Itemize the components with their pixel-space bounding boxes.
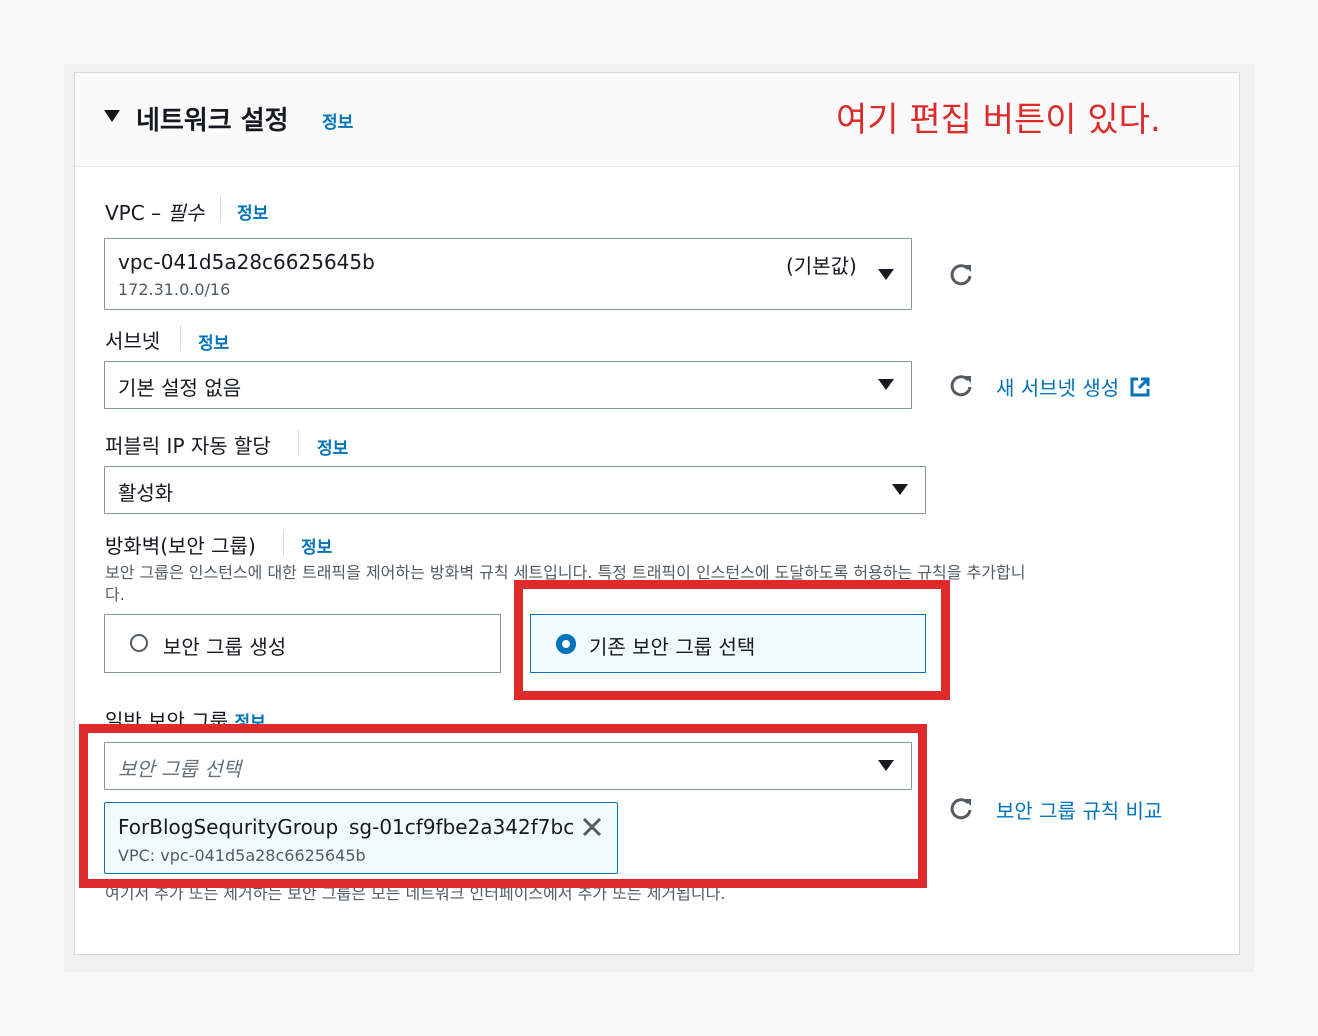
firewall-label: 방화벽(보안 그룹) [105, 534, 256, 558]
vpc-select[interactable]: vpc-041d5a28c6625645b 172.31.0.0/16 (기본값… [104, 238, 912, 310]
radio-unchecked-icon [130, 634, 148, 652]
public-ip-select[interactable]: 활성화 [104, 466, 926, 514]
chevron-down-icon [878, 269, 894, 280]
collapse-caret-icon[interactable] [104, 110, 120, 122]
chevron-down-icon [878, 379, 894, 390]
annotation-box-existing-sg [514, 580, 950, 700]
external-link-icon [1130, 377, 1150, 397]
subnet-select[interactable]: 기본 설정 없음 [104, 361, 912, 409]
chevron-down-icon [892, 484, 908, 495]
vpc-required: 필수 [167, 201, 205, 225]
vpc-info-link[interactable]: 정보 [237, 199, 268, 224]
public-ip-info-link[interactable]: 정보 [317, 434, 348, 459]
annotation-box-security-group [79, 724, 927, 888]
compare-sg-rules-link[interactable]: 보안 그룹 규칙 비교 [996, 795, 1162, 824]
vpc-label: VPC – 필수 [105, 201, 205, 225]
subnet-info-link[interactable]: 정보 [198, 329, 229, 354]
radio-create-sg[interactable]: 보안 그룹 생성 [104, 614, 501, 673]
radio-create-label: 보안 그룹 생성 [163, 635, 287, 659]
refresh-icon[interactable] [947, 795, 975, 823]
vpc-cidr: 172.31.0.0/16 [118, 280, 231, 299]
public-ip-label: 퍼블릭 IP 자동 할당 [105, 434, 271, 458]
subnet-label: 서브넷 [105, 329, 161, 353]
public-ip-value: 활성화 [118, 481, 174, 505]
vpc-value: vpc-041d5a28c6625645b [118, 250, 375, 274]
vpc-default-tag: (기본값) [786, 254, 857, 278]
annotation-text: 여기 편집 버튼이 있다. [836, 100, 1161, 140]
panel-title: 네트워크 설정 [136, 106, 289, 136]
refresh-icon[interactable] [947, 372, 975, 400]
refresh-icon[interactable] [947, 261, 975, 289]
firewall-info-link[interactable]: 정보 [301, 533, 332, 558]
subnet-value: 기본 설정 없음 [118, 376, 242, 400]
panel-info-link[interactable]: 정보 [322, 108, 353, 133]
create-subnet-link[interactable]: 새 서브넷 생성 [996, 372, 1151, 401]
